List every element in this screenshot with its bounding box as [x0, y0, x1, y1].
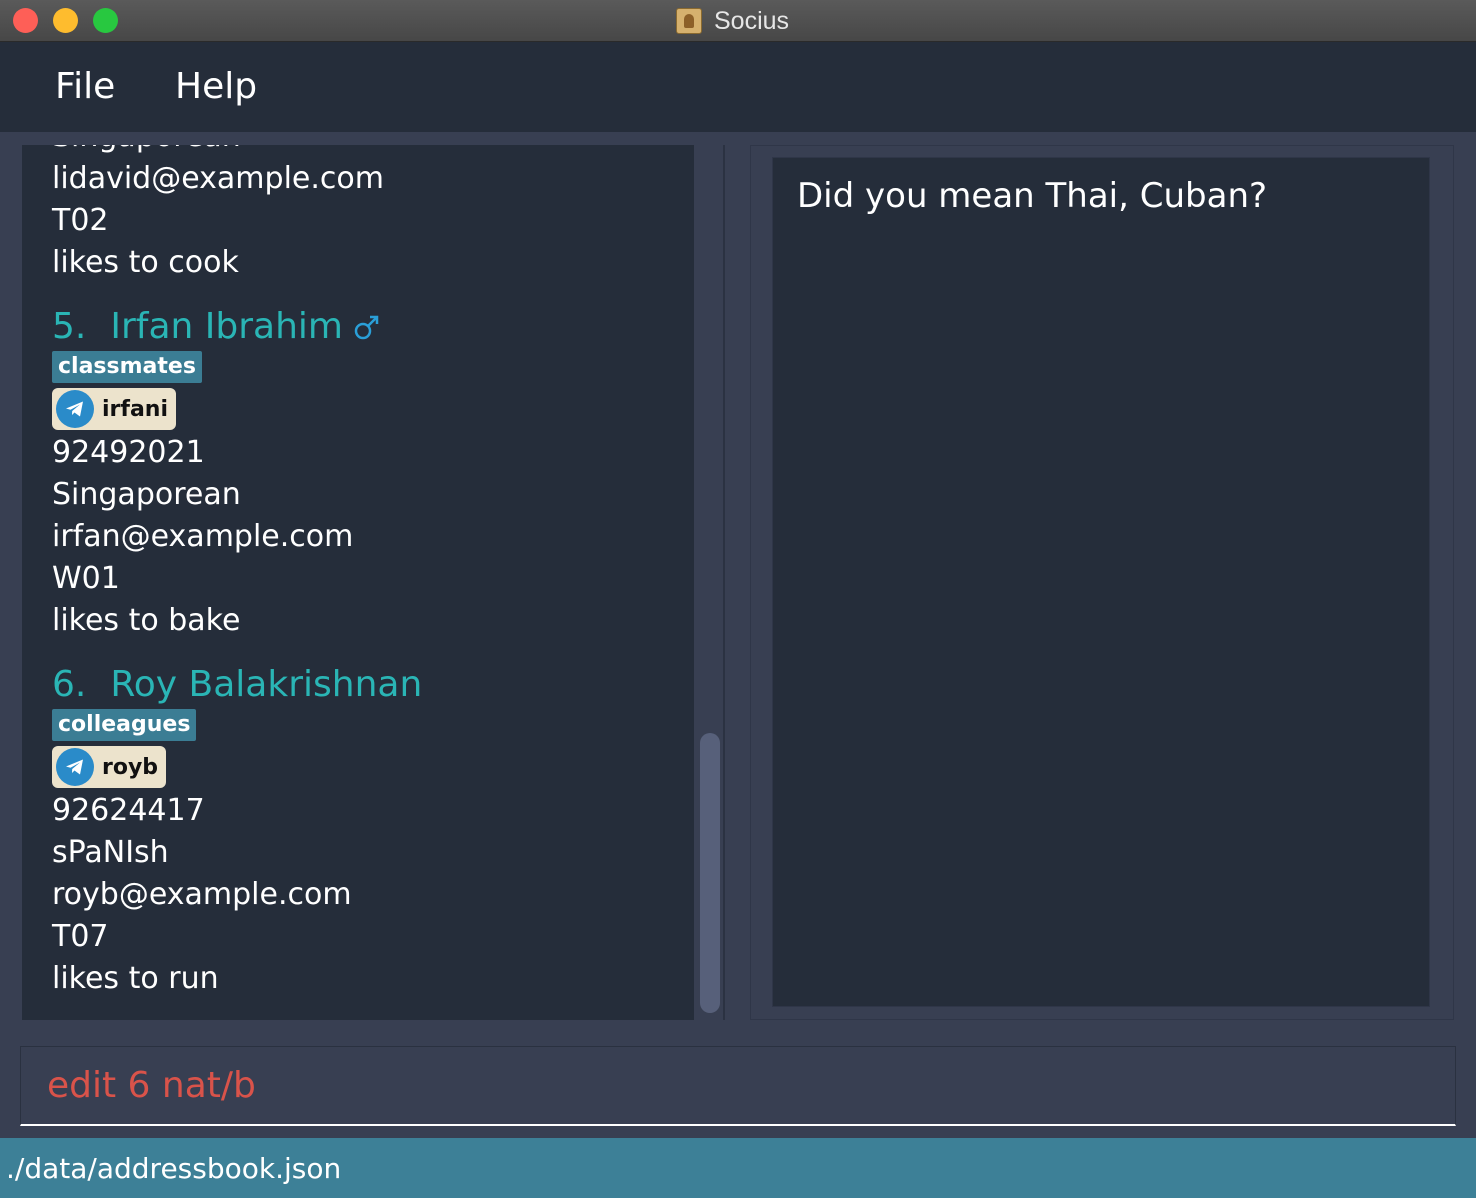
maximize-window-button[interactable]	[93, 8, 118, 33]
person-card[interactable]: Singaporean lidavid@example.com T02 like…	[22, 145, 694, 284]
split-divider[interactable]	[723, 145, 725, 1020]
person-nationality: Singaporean	[22, 145, 694, 158]
person-tutorial: W01	[52, 561, 120, 596]
menu-help[interactable]: Help	[175, 66, 257, 107]
telegram-icon	[56, 390, 94, 428]
person-name-row: 6. Roy Balakrishnan	[22, 664, 694, 706]
person-list: Singaporean lidavid@example.com T02 like…	[22, 145, 694, 1000]
person-remark: likes to bake	[52, 603, 241, 638]
person-email: irfan@example.com	[52, 519, 354, 554]
command-text: edit 6 nat/b	[47, 1065, 256, 1106]
person-list-panel[interactable]: Singaporean lidavid@example.com T02 like…	[22, 145, 694, 1020]
person-remark: likes to run	[52, 961, 219, 996]
window-title: Socius	[714, 6, 790, 35]
person-phone: 92624417	[52, 793, 205, 828]
telegram-handle[interactable]: royb	[52, 746, 167, 788]
contacts-app-icon	[676, 8, 702, 34]
result-display[interactable]: Did you mean Thai, Cuban?	[772, 157, 1430, 1007]
person-name-row: 5. Irfan Ibrahim	[22, 306, 694, 348]
person-card[interactable]: 6. Roy Balakrishnan colleagues royb 9262…	[22, 664, 694, 1000]
person-index: 6.	[52, 664, 87, 705]
status-bar: ./data/addressbook.json	[0, 1138, 1476, 1198]
title-bar: Socius	[0, 0, 1476, 42]
person-nationality: Singaporean	[52, 477, 241, 512]
person-email: royb@example.com	[52, 877, 352, 912]
menu-bar: File Help	[0, 42, 1476, 132]
person-tag: colleagues	[52, 709, 197, 741]
list-scrollbar-thumb[interactable]	[700, 733, 720, 1013]
telegram-icon	[56, 748, 94, 786]
command-input[interactable]: edit 6 nat/b	[20, 1046, 1456, 1126]
person-tutorial: T07	[52, 919, 109, 954]
telegram-handle[interactable]: irfani	[52, 388, 177, 430]
person-phone: 92492021	[52, 435, 205, 470]
close-window-button[interactable]	[13, 8, 38, 33]
telegram-username: irfani	[102, 396, 169, 422]
save-location: ./data/addressbook.json	[6, 1152, 342, 1185]
person-tutorial: T02	[52, 203, 109, 238]
person-index: 5.	[52, 306, 87, 347]
person-card[interactable]: 5. Irfan Ibrahim classmates irfani 92492…	[22, 306, 694, 642]
menu-file[interactable]: File	[55, 66, 115, 107]
male-icon	[354, 315, 379, 340]
person-nationality: sPaNIsh	[52, 835, 169, 870]
person-name: Roy Balakrishnan	[110, 664, 423, 705]
result-message: Did you mean Thai, Cuban?	[797, 176, 1268, 216]
telegram-username: royb	[102, 754, 159, 780]
person-name: Irfan Ibrahim	[110, 306, 343, 347]
minimize-window-button[interactable]	[53, 8, 78, 33]
person-remark: likes to cook	[52, 245, 239, 280]
person-email: lidavid@example.com	[52, 161, 384, 196]
person-tag: classmates	[52, 351, 202, 383]
